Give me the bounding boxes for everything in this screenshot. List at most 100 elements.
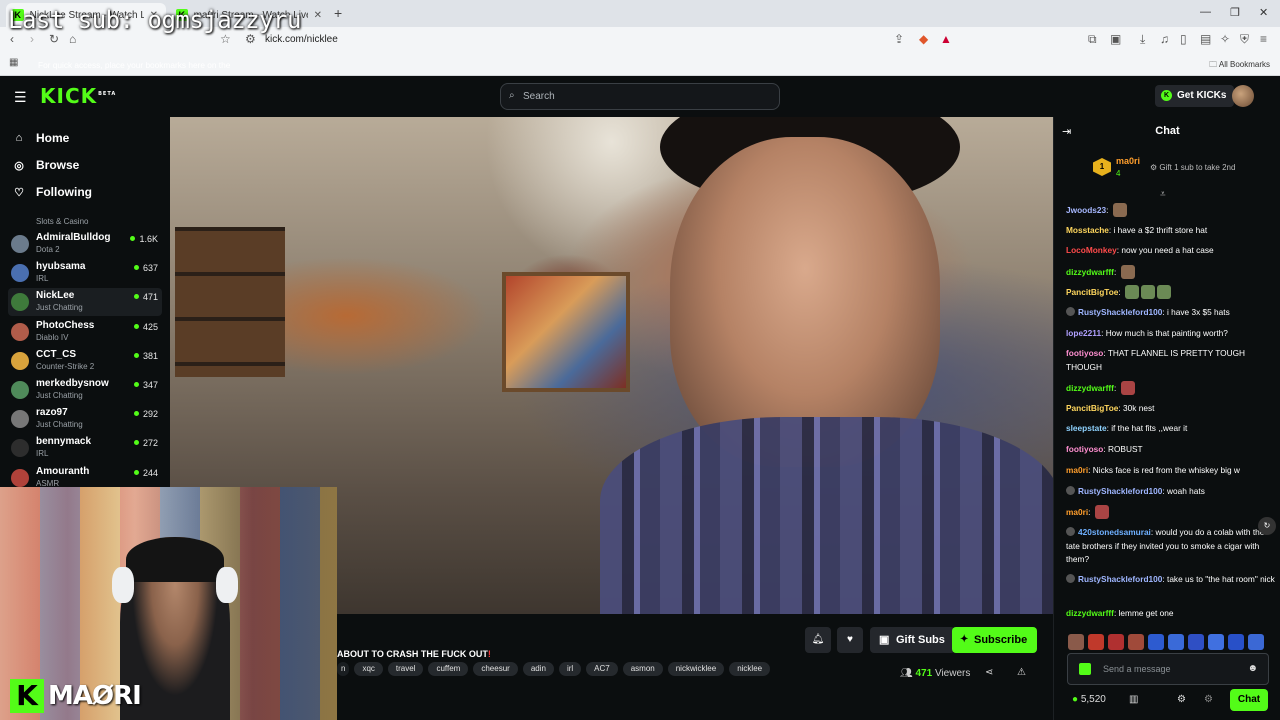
brave-shield-icon[interactable]: ◆ xyxy=(919,32,928,46)
emote-icon xyxy=(1112,203,1127,217)
quick-emote-icon[interactable] xyxy=(1068,634,1084,650)
nav-browse[interactable]: ◎ Browse xyxy=(12,158,79,172)
scroll-to-bottom-button[interactable]: ↻ xyxy=(1258,517,1276,535)
sidebar-channel[interactable]: merkedbysnow Just Chatting 347 xyxy=(8,376,162,404)
quick-emote-icon[interactable] xyxy=(1208,634,1224,650)
quick-emote-icon[interactable] xyxy=(1248,634,1264,650)
quick-emote-icon[interactable] xyxy=(1188,634,1204,650)
sidebar-channel[interactable]: AdmiralBulldog Dota 2 1.6K xyxy=(8,230,162,258)
user-avatar[interactable] xyxy=(1232,85,1254,107)
chat-username[interactable]: lope2211 xyxy=(1066,328,1101,338)
chat-username[interactable]: dizzydwarfff xyxy=(1066,267,1114,277)
wallet-icon[interactable]: ▤ xyxy=(1200,32,1211,46)
chat-username[interactable]: ma0ri xyxy=(1066,465,1088,475)
quick-emote-icon[interactable] xyxy=(1228,634,1244,650)
chat-send-button[interactable]: Chat xyxy=(1230,689,1268,711)
all-bookmarks-button[interactable]: 🗀 All Bookmarks xyxy=(1209,59,1270,73)
stream-tag[interactable]: cheesur xyxy=(473,662,518,676)
stream-tag[interactable]: travel xyxy=(387,662,424,676)
chat-username[interactable]: footiyoso xyxy=(1066,348,1103,358)
chat-filter-icon[interactable]: ⩡ xyxy=(1160,189,1166,200)
chat-username[interactable]: ma0ri xyxy=(1066,507,1088,517)
quick-emote-icon[interactable] xyxy=(1128,634,1144,650)
hamburger-menu-icon[interactable]: ☰ xyxy=(14,89,27,106)
chat-username[interactable]: 420stonedsamurai xyxy=(1078,527,1151,537)
chat-username[interactable]: dizzydwarfff xyxy=(1066,608,1114,618)
chat-username[interactable]: Mosstache xyxy=(1066,225,1109,235)
stream-tag[interactable]: xqc xyxy=(354,662,383,676)
search-input[interactable]: ⌕ Search xyxy=(500,83,780,110)
chat-username[interactable]: PancitBigToe xyxy=(1066,403,1118,413)
extension-icon[interactable]: ▣ xyxy=(1110,32,1121,46)
media-icon[interactable]: ♫ xyxy=(1160,32,1169,46)
chat-username[interactable]: LocoMonkey xyxy=(1066,245,1117,255)
stream-tag[interactable]: n xyxy=(337,662,350,676)
download-icon[interactable]: ⤓ xyxy=(1140,32,1145,47)
sidebar-channel[interactable]: NickLee Just Chatting 471 xyxy=(8,288,162,317)
stream-tag[interactable]: adin xyxy=(522,662,554,676)
kicks-balance[interactable]: ● 5,520 xyxy=(1072,694,1106,705)
notification-bell-button[interactable]: 🔔︎ xyxy=(805,627,831,653)
stream-tag[interactable]: nicklee xyxy=(729,662,771,676)
close-window-button[interactable]: ✕ xyxy=(1259,6,1268,19)
report-icon[interactable]: ⚠ xyxy=(1017,667,1026,678)
extensions-icon[interactable]: ⧉ xyxy=(1088,32,1097,47)
forward-icon[interactable]: › xyxy=(30,32,34,46)
new-tab-button[interactable]: + xyxy=(334,5,342,21)
stream-tag[interactable]: nickwicklee xyxy=(667,662,725,676)
maximize-button[interactable]: ❐ xyxy=(1230,6,1240,19)
sidebar-channel[interactable]: Amouranth ASMR 244 xyxy=(8,464,162,487)
share-icon[interactable]: ⇪ xyxy=(894,32,904,46)
menu-icon[interactable]: ≡ xyxy=(1260,32,1267,46)
gift-subs-button[interactable]: ▣ Gift Subs xyxy=(870,627,955,653)
subscribe-button[interactable]: ✦ Subscribe xyxy=(952,627,1038,653)
chat-username[interactable]: PancitBigToe xyxy=(1066,287,1118,297)
stream-tag[interactable]: irl xyxy=(558,662,582,676)
settings-icon[interactable]: ⚙ xyxy=(1177,694,1186,705)
emoji-picker-icon[interactable]: ☻ xyxy=(1247,663,1258,674)
quick-emote-icon[interactable] xyxy=(1148,634,1164,650)
chest-icon[interactable]: ▥ xyxy=(1129,694,1138,705)
sidebar-channel[interactable]: bennymack IRL 272 xyxy=(8,434,162,462)
rewards-icon[interactable]: ▲ xyxy=(940,32,952,46)
quick-emote-icon[interactable] xyxy=(1088,634,1104,650)
chat-username[interactable]: Jwoods23 xyxy=(1066,205,1106,215)
nav-home[interactable]: ⌂ Home xyxy=(12,131,70,145)
minimize-button[interactable]: — xyxy=(1200,6,1211,18)
get-kicks-button[interactable]: K Get KICKs xyxy=(1155,85,1235,107)
stream-tag[interactable]: AC7 xyxy=(586,662,618,676)
back-icon[interactable]: ‹ xyxy=(10,32,14,46)
close-tab-icon[interactable]: ✕ xyxy=(314,10,322,21)
sidebar-channel[interactable]: hyubsama IRL 637 xyxy=(8,259,162,287)
quick-emote-icon[interactable] xyxy=(1168,634,1184,650)
sidebar-channel[interactable]: PhotoChess Diablo IV 425 xyxy=(8,318,162,346)
gift-icon[interactable]: ⚙ xyxy=(1204,694,1213,705)
url-field[interactable]: kick.com/nicklee xyxy=(265,34,338,45)
follow-button[interactable]: ♥ xyxy=(837,627,863,653)
kick-logo[interactable]: KICKBETA xyxy=(40,84,116,108)
chat-username[interactable]: RustyShackleford100 xyxy=(1078,486,1162,496)
home-icon[interactable]: ⌂ xyxy=(69,32,76,46)
apps-grid-icon[interactable]: ▦ xyxy=(9,57,18,68)
gift-prompt[interactable]: ⚙︎ Gift 1 sub to take 2nd xyxy=(1150,163,1235,172)
chat-username[interactable]: RustyShackleford100 xyxy=(1078,574,1162,584)
chat-username[interactable]: RustyShackleford100 xyxy=(1078,307,1162,317)
stream-tag[interactable]: asmon xyxy=(622,662,663,676)
reload-icon[interactable]: ↻ xyxy=(49,32,59,46)
vpn-icon[interactable]: ⛨ xyxy=(1240,32,1249,47)
nav-following[interactable]: ♡ Following xyxy=(12,185,92,199)
chat-username[interactable]: dizzydwarfff xyxy=(1066,383,1114,393)
sidebar-channel[interactable]: razo97 Just Chatting 292 xyxy=(8,405,162,433)
chat-username[interactable]: sleepstate xyxy=(1066,423,1107,433)
chat-message-input[interactable]: Send a message ☻ xyxy=(1067,653,1269,685)
share-icon[interactable]: ⋖ xyxy=(985,667,993,678)
chat-username[interactable]: footiyoso xyxy=(1066,444,1103,454)
stream-tag[interactable]: cuffem xyxy=(428,662,469,676)
sidebar-icon[interactable]: ▯ xyxy=(1180,32,1187,46)
bookmark-icon[interactable]: ☆ xyxy=(220,32,231,46)
quick-emote-icon[interactable] xyxy=(1108,634,1124,650)
leo-icon[interactable]: ✧ xyxy=(1220,32,1230,46)
site-settings-icon[interactable]: ⚙ xyxy=(245,32,256,46)
top-gifter-name[interactable]: ma0ri xyxy=(1116,156,1140,166)
sidebar-channel[interactable]: CCT_CS Counter-Strike 2 381 xyxy=(8,347,162,375)
